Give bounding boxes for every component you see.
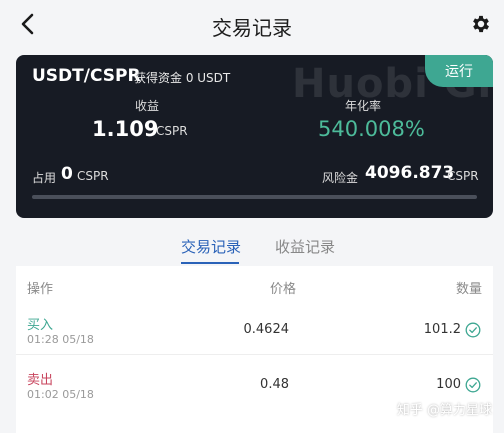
page-title: 交易记录	[212, 16, 292, 40]
tab-profit-records[interactable]: 收益记录	[275, 236, 335, 257]
gear-icon	[473, 15, 489, 33]
profit-unit: CSPR	[156, 124, 188, 138]
row-action: 卖出	[27, 373, 54, 388]
row-price: 0.48	[260, 377, 289, 392]
status-badge: 运行	[425, 55, 493, 87]
profit-label: 收益	[135, 99, 160, 113]
row-action: 买入	[27, 318, 54, 333]
apr-value: 540.008%	[318, 117, 425, 141]
tab-bar: 交易记录 收益记录	[0, 226, 504, 266]
progress-bar	[32, 195, 477, 199]
column-header-action: 操作	[27, 282, 54, 297]
profit-value: 1.109	[92, 117, 159, 141]
apr-label: 年化率	[345, 99, 382, 113]
strategy-card[interactable]: Huobi Gl 运行 USDT/CSPR 获得资金 0 USDT 收益 1.1…	[16, 55, 493, 218]
column-header-qty: 数量	[455, 282, 482, 297]
risk-label: 风险金	[322, 171, 359, 185]
row-time: 01:02 05/18	[27, 388, 94, 401]
check-circle-icon	[465, 377, 481, 393]
occupy-value: 0	[61, 164, 73, 184]
check-circle-icon	[465, 322, 481, 338]
trading-pair: USDT/CSPR	[32, 66, 141, 86]
credit-watermark: 知乎 @算力星球	[396, 403, 492, 418]
table-row[interactable]: 买入 01:28 05/18 0.4624 101.2	[16, 306, 493, 360]
risk-value: 4096.873	[365, 163, 455, 183]
fund-text: 获得资金 0 USDT	[134, 71, 231, 85]
row-price: 0.4624	[243, 322, 290, 337]
top-bar: 交易记录	[0, 0, 504, 50]
occupy-unit: CSPR	[77, 169, 109, 183]
row-qty: 101.2	[423, 322, 461, 337]
row-qty: 100	[436, 377, 461, 392]
row-time: 01:28 05/18	[27, 333, 94, 346]
tab-trade-records[interactable]: 交易记录	[181, 236, 241, 257]
column-header-price: 价格	[270, 282, 297, 297]
row-divider	[16, 354, 493, 355]
active-tab-indicator	[181, 262, 239, 264]
settings-button[interactable]	[468, 11, 494, 37]
risk-unit: CSPR	[447, 169, 479, 183]
occupy-label: 占用	[32, 171, 57, 185]
